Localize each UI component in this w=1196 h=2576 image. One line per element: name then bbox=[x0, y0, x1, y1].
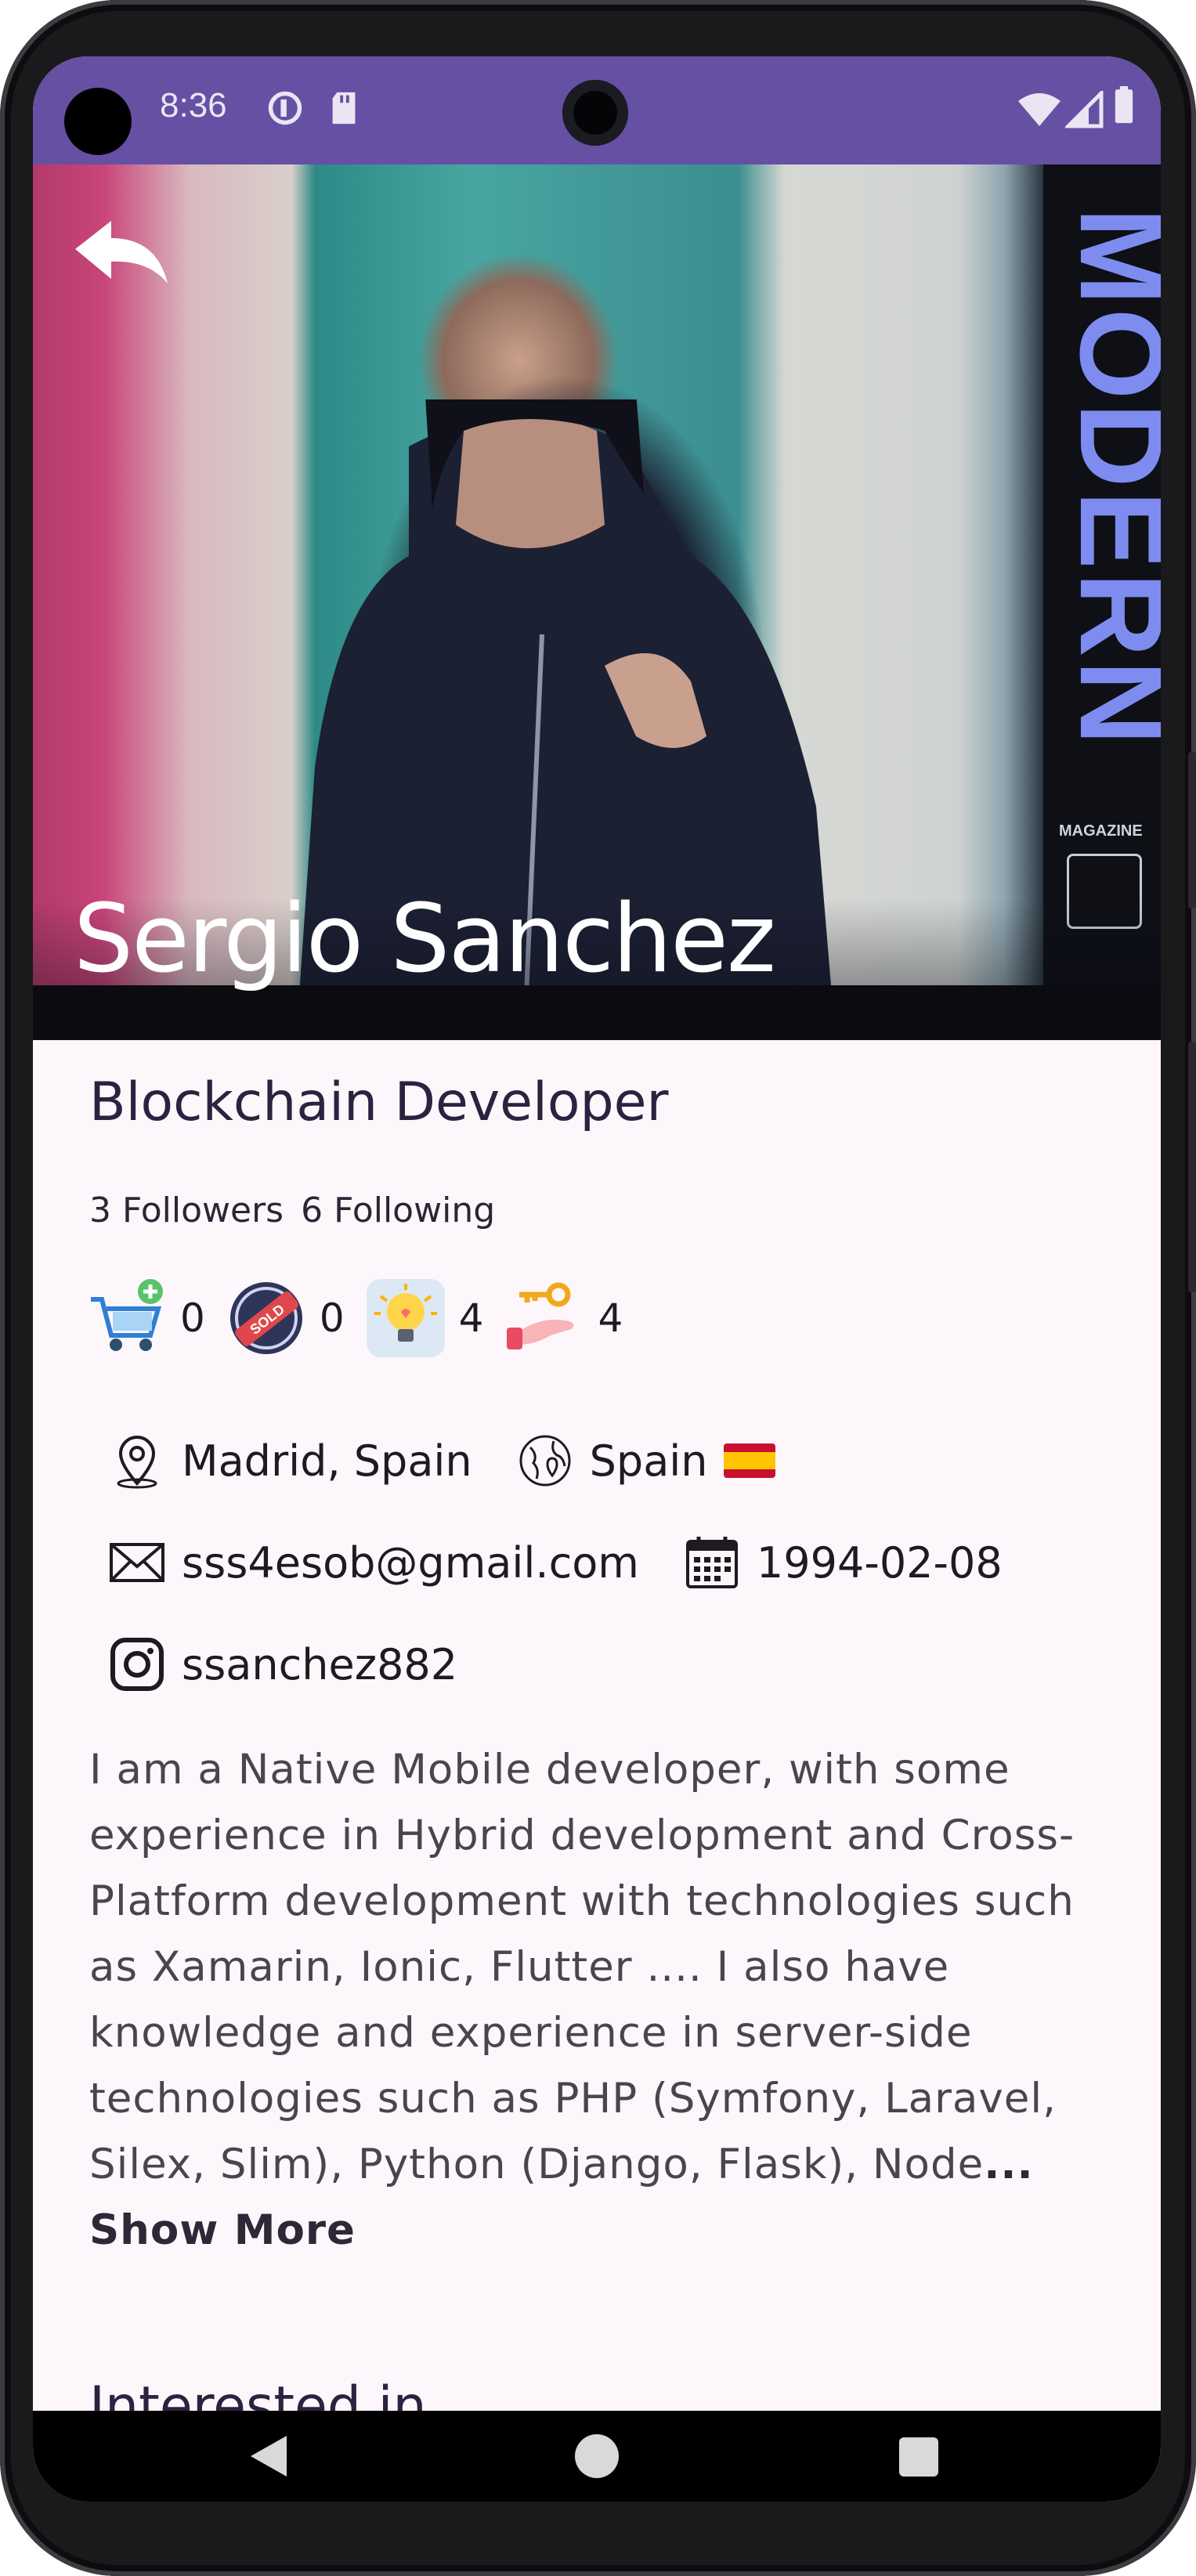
city-item: Madrid, Spain bbox=[108, 1432, 472, 1490]
profile-details: Blockchain Developer 3 Followers 6 Follow… bbox=[33, 1040, 1161, 2437]
status-time: 8:36 bbox=[160, 86, 227, 125]
calendar-icon bbox=[685, 1537, 738, 1588]
cart-add-icon bbox=[91, 1279, 163, 1351]
battery-icon bbox=[1115, 86, 1133, 124]
status-bar: 8:36 bbox=[33, 56, 1161, 164]
hand-key-icon bbox=[507, 1282, 574, 1349]
followers-link[interactable]: 3 Followers bbox=[89, 1190, 284, 1230]
profile-name: Sergio Sanchez bbox=[74, 885, 776, 994]
location-pin-icon bbox=[117, 1436, 157, 1489]
stat-keys[interactable]: 4 bbox=[504, 1277, 623, 1359]
front-camera bbox=[562, 80, 628, 146]
stat-value: 4 bbox=[598, 1295, 623, 1341]
birthdate-text: 1994-02-08 bbox=[756, 1537, 1003, 1588]
stat-ideas[interactable]: 4 bbox=[365, 1277, 484, 1359]
contact-row: sss4esob@gmail.com 1994-02-08 bbox=[108, 1534, 1046, 1591]
profile-cover-photo: MODERN MAGAZINE Sergio Sanchez bbox=[33, 164, 1161, 1040]
screen: 8:36 MODERN MAGAZINE Sergio Sanchez Bloc… bbox=[33, 56, 1161, 2502]
volume-button bbox=[1188, 1042, 1196, 1292]
email-icon bbox=[110, 1543, 164, 1582]
nav-home-icon[interactable] bbox=[575, 2434, 619, 2478]
stat-value: 0 bbox=[180, 1295, 205, 1341]
email-text: sss4esob@gmail.com bbox=[182, 1537, 639, 1588]
stat-purchases[interactable]: 0 bbox=[86, 1277, 205, 1359]
country-text: Spain bbox=[589, 1436, 708, 1486]
back-arrow-icon[interactable] bbox=[70, 218, 172, 288]
instagram-item[interactable]: ssanchez882 bbox=[108, 1635, 457, 1693]
country-item: Spain bbox=[516, 1432, 775, 1490]
instagram-handle: ssanchez882 bbox=[182, 1639, 458, 1689]
wifi-icon bbox=[1018, 93, 1061, 126]
nav-back-icon[interactable] bbox=[246, 2433, 290, 2480]
stat-value: 4 bbox=[458, 1295, 484, 1341]
power-button bbox=[1188, 752, 1196, 909]
system-navigation-bar bbox=[33, 2411, 1161, 2502]
social-row: ssanchez882 bbox=[108, 1635, 501, 1693]
email-item[interactable]: sss4esob@gmail.com bbox=[108, 1534, 639, 1591]
lightbulb-icon bbox=[366, 1279, 445, 1357]
following-link[interactable]: 6 Following bbox=[301, 1190, 495, 1230]
globe-location-icon bbox=[519, 1435, 571, 1487]
signal-icon bbox=[1065, 91, 1104, 128]
spain-flag-icon bbox=[723, 1443, 775, 1478]
birthdate-item: 1994-02-08 bbox=[683, 1534, 1003, 1591]
location-row: Madrid, Spain Spain bbox=[108, 1432, 819, 1490]
bio-text: I am a Native Mobile developer, with som… bbox=[89, 1737, 1123, 2263]
job-title: Blockchain Developer bbox=[89, 1071, 669, 1133]
city-text: Madrid, Spain bbox=[182, 1436, 472, 1486]
magazine-word: MODERN bbox=[1056, 207, 1161, 749]
follow-counts: 3 Followers 6 Following bbox=[89, 1190, 512, 1230]
stat-value: 0 bbox=[319, 1295, 345, 1341]
stat-sold[interactable]: SOLD 0 bbox=[226, 1277, 345, 1359]
instagram-icon bbox=[110, 1638, 164, 1691]
data-saver-icon bbox=[268, 91, 302, 125]
stats-row: 0 SOLD 0 4 4 bbox=[86, 1275, 643, 1361]
magazine-small-label: MAGAZINE bbox=[1059, 822, 1143, 840]
nav-recents-icon[interactable] bbox=[899, 2437, 938, 2477]
bio-body: I am a Native Mobile developer, with som… bbox=[89, 1746, 1075, 2188]
sd-card-icon bbox=[332, 92, 356, 125]
status-dot bbox=[64, 88, 132, 155]
sold-badge-icon: SOLD bbox=[229, 1282, 302, 1354]
phone-frame: 8:36 MODERN MAGAZINE Sergio Sanchez Bloc… bbox=[0, 0, 1196, 2576]
